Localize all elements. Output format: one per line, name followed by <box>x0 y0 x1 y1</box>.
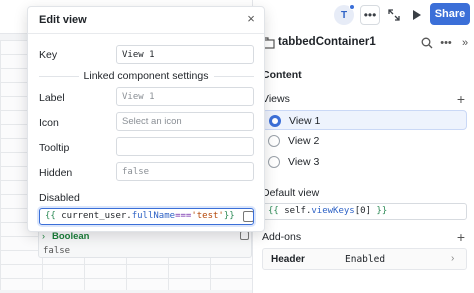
addon-row-header[interactable]: Header Enabled › <box>262 248 467 270</box>
icon-select[interactable]: Select an icon <box>116 112 254 131</box>
copy-icon[interactable] <box>240 231 249 240</box>
label-input[interactable]: View 1 <box>116 87 254 106</box>
expand-editor-icon[interactable] <box>243 211 253 222</box>
close-brace: }} <box>223 211 235 221</box>
section-line-right <box>214 76 254 77</box>
hidden-input[interactable]: false <box>116 162 254 181</box>
inspector-panel: tabbedContainer1 ••• » Content Views + V… <box>253 32 474 293</box>
more-button[interactable]: ••• <box>360 5 380 25</box>
key-value: View 1 <box>122 50 155 60</box>
radio[interactable] <box>268 135 280 147</box>
close-button[interactable]: × <box>245 11 257 26</box>
close-brace: }} <box>376 206 388 216</box>
inspector-more-button[interactable]: ••• <box>439 36 453 50</box>
more-horizontal-icon: ••• <box>363 8 377 22</box>
expand-icon <box>388 9 400 21</box>
open-brace: {{ <box>268 206 279 216</box>
chevron-right-icon[interactable]: › <box>42 231 45 241</box>
expr-var: current_user <box>61 211 127 221</box>
expr-prop: fullName <box>131 211 176 221</box>
search-icon <box>421 37 433 49</box>
modal-divider <box>28 33 264 34</box>
hidden-placeholder: false <box>122 167 150 177</box>
modal-title: Edit view <box>39 14 87 26</box>
hidden-label: Hidden <box>39 167 73 179</box>
expr-prop: viewKeys <box>311 206 355 216</box>
top-toolbar: T ••• Share <box>330 0 474 32</box>
chevron-right-icon: › <box>451 253 455 264</box>
play-icon <box>413 10 421 20</box>
expr-var: self <box>284 206 306 216</box>
radio-selected[interactable] <box>269 115 281 127</box>
expand-button[interactable] <box>384 5 404 25</box>
collapse-panel-button[interactable]: » <box>458 36 472 50</box>
addons-title: Add-ons <box>262 231 302 243</box>
tooltip-input[interactable] <box>116 137 254 156</box>
icon-placeholder: Select an icon <box>122 116 182 127</box>
view-item-2[interactable]: View 2 <box>262 131 467 151</box>
search-button[interactable] <box>420 36 434 50</box>
view-label: View 2 <box>288 135 320 147</box>
tooltip-label: Tooltip <box>39 142 70 154</box>
share-button[interactable]: Share <box>430 3 470 25</box>
add-view-button[interactable]: + <box>455 91 467 107</box>
open-brace: {{ <box>45 211 56 221</box>
addon-status: Enabled <box>345 254 386 265</box>
preview-button[interactable] <box>407 5 427 25</box>
view-item-1[interactable]: View 1 <box>262 110 467 130</box>
view-item-3[interactable]: View 3 <box>262 152 467 172</box>
presence-dot <box>349 4 355 10</box>
default-view-input[interactable]: {{ self.viewKeys[0] }} <box>262 203 467 220</box>
expr-op: === <box>175 211 192 221</box>
expr-string: 'test' <box>191 211 224 221</box>
default-view-title: Default view <box>262 187 320 199</box>
eval-value: false <box>43 246 71 256</box>
plus-icon: + <box>456 91 466 107</box>
more-horizontal-icon: ••• <box>440 37 452 49</box>
content-section-title: Content <box>262 69 302 81</box>
addon-name: Header <box>271 254 305 265</box>
label-label: Label <box>39 92 65 104</box>
eval-type[interactable]: Boolean <box>52 231 89 242</box>
inspector-header: tabbedContainer1 ••• » <box>253 32 474 54</box>
edit-view-modal: Edit view × Key View 1 Linked component … <box>27 6 265 232</box>
view-label: View 1 <box>289 115 321 127</box>
key-input[interactable]: View 1 <box>116 45 254 64</box>
add-addon-button[interactable]: + <box>455 229 467 245</box>
plus-icon: + <box>456 229 466 245</box>
chevrons-right-icon: » <box>461 37 469 49</box>
disabled-input[interactable]: {{ current_user.fullName==='test'}} <box>39 208 254 225</box>
component-name[interactable]: tabbedContainer1 <box>278 36 376 48</box>
radio[interactable] <box>268 156 280 168</box>
close-icon: × <box>247 11 255 26</box>
label-placeholder: View 1 <box>122 92 155 102</box>
key-label: Key <box>39 49 58 61</box>
view-label: View 3 <box>288 156 320 168</box>
views-list: View 1 View 2 View 3 <box>262 110 467 176</box>
icon-label: Icon <box>39 117 59 129</box>
disabled-label: Disabled <box>39 192 80 204</box>
expr-index: [0] <box>354 206 371 216</box>
views-title: Views <box>262 93 290 105</box>
